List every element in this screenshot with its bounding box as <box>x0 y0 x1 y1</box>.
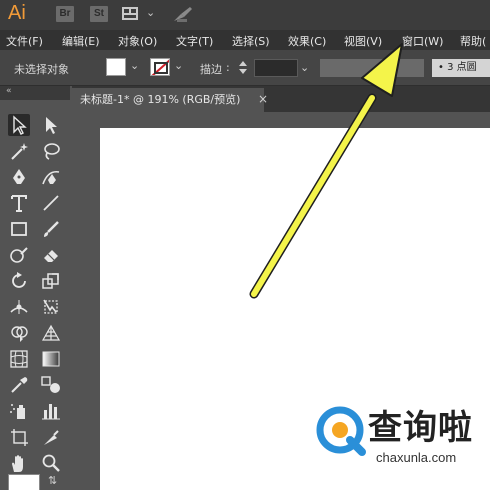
mesh-tool-icon[interactable] <box>8 348 30 370</box>
eraser-tool-icon[interactable] <box>40 244 62 266</box>
slice-tool-icon[interactable] <box>40 426 62 448</box>
artboard-tool-icon[interactable] <box>8 426 30 448</box>
hand-tool-icon[interactable] <box>8 452 30 474</box>
stroke-weight-spinner-icon[interactable] <box>236 59 250 76</box>
width-tool-icon[interactable] <box>8 296 30 318</box>
column-graph-tool-icon[interactable] <box>40 400 62 422</box>
scale-tool-icon[interactable] <box>40 270 62 292</box>
direct-selection-tool-icon[interactable] <box>40 114 62 136</box>
fill-swatch[interactable] <box>106 58 126 76</box>
rotate-tool-icon[interactable] <box>8 270 30 292</box>
menu-effect[interactable]: 效果(C) <box>288 33 326 49</box>
shape-builder-tool-icon[interactable] <box>8 322 30 344</box>
menu-object[interactable]: 对象(O) <box>118 33 157 49</box>
stroke-label[interactable]: 描边 <box>200 61 222 77</box>
layout-icon[interactable] <box>122 7 138 20</box>
selection-status: 未选择对象 <box>14 63 69 76</box>
perspective-grid-tool-icon[interactable] <box>40 322 62 344</box>
shaper-tool-icon[interactable] <box>8 244 30 266</box>
rectangle-tool-icon[interactable] <box>8 218 30 240</box>
paintbrush-tool-icon[interactable] <box>40 218 62 240</box>
menu-file[interactable]: 文件(F) <box>6 33 43 49</box>
fill-color-swatch[interactable] <box>8 474 40 490</box>
blend-tool-icon[interactable] <box>40 374 62 396</box>
free-transform-tool-icon[interactable] <box>40 296 62 318</box>
menu-view[interactable]: 视图(V) <box>344 33 382 49</box>
app-logo: Ai <box>8 2 26 24</box>
lasso-tool-icon[interactable] <box>40 140 62 162</box>
stroke-weight-input[interactable] <box>254 59 298 77</box>
symbol-sprayer-tool-icon[interactable] <box>8 400 30 422</box>
type-tool-icon[interactable] <box>8 192 30 214</box>
tools-panel <box>0 100 70 490</box>
app-bar: Ai Br St ⌄ <box>0 0 490 30</box>
watermark-text: 查询啦 <box>368 408 473 448</box>
fill-dropdown-chevron-icon[interactable]: ⌄ <box>130 59 139 72</box>
line-segment-tool-icon[interactable] <box>40 192 62 214</box>
eyedropper-tool-icon[interactable] <box>8 374 30 396</box>
menu-window[interactable]: 窗口(W) <box>402 33 443 49</box>
menu-type[interactable]: 文字(T) <box>176 33 213 49</box>
watermark-url: chaxunla.com <box>376 450 457 465</box>
gpu-rocket-icon[interactable] <box>172 5 194 23</box>
chevron-down-icon[interactable]: ⌄ <box>146 6 155 19</box>
stroke-weight-dropdown-icon[interactable]: ⌄ <box>300 61 309 74</box>
menu-help[interactable]: 帮助( <box>460 33 486 49</box>
stroke-swatch[interactable] <box>150 58 170 76</box>
menu-bar: 文件(F) 编辑(E) 对象(O) 文字(T) 选择(S) 效果(C) 视图(V… <box>0 30 490 50</box>
variable-width-profile[interactable] <box>320 59 424 77</box>
gradient-tool-icon[interactable] <box>40 348 62 370</box>
control-bar: 未选择对象 ⌄ ⌄ 描边 : ⌄ • 3 点圆 <box>0 50 490 86</box>
brush-definition-label: 3 点圆 <box>447 62 477 73</box>
zoom-tool-icon[interactable] <box>40 452 62 474</box>
stroke-colon: : <box>226 61 230 74</box>
close-icon[interactable]: × <box>258 92 268 106</box>
magic-wand-tool-icon[interactable] <box>8 140 30 162</box>
menu-select[interactable]: 选择(S) <box>232 33 270 49</box>
collapse-icon[interactable]: « <box>6 86 12 96</box>
stock-button[interactable]: St <box>90 6 108 22</box>
watermark-logo-icon <box>316 406 366 456</box>
menu-edit[interactable]: 编辑(E) <box>62 33 100 49</box>
selection-tool-icon[interactable] <box>8 114 30 136</box>
bridge-button[interactable]: Br <box>56 6 74 22</box>
pen-tool-icon[interactable] <box>8 166 30 188</box>
no-stroke-icon <box>151 59 169 75</box>
swap-fill-stroke-icon[interactable]: ⇅ <box>48 474 57 487</box>
document-tab[interactable]: 未标题-1* @ 191% (RGB/预览) <box>72 88 264 112</box>
document-tab-title: 未标题-1* @ 191% (RGB/预览) <box>80 93 241 106</box>
curvature-tool-icon[interactable] <box>40 166 62 188</box>
stroke-dropdown-chevron-icon[interactable]: ⌄ <box>174 59 183 72</box>
brush-definition[interactable]: • 3 点圆 <box>432 59 490 77</box>
